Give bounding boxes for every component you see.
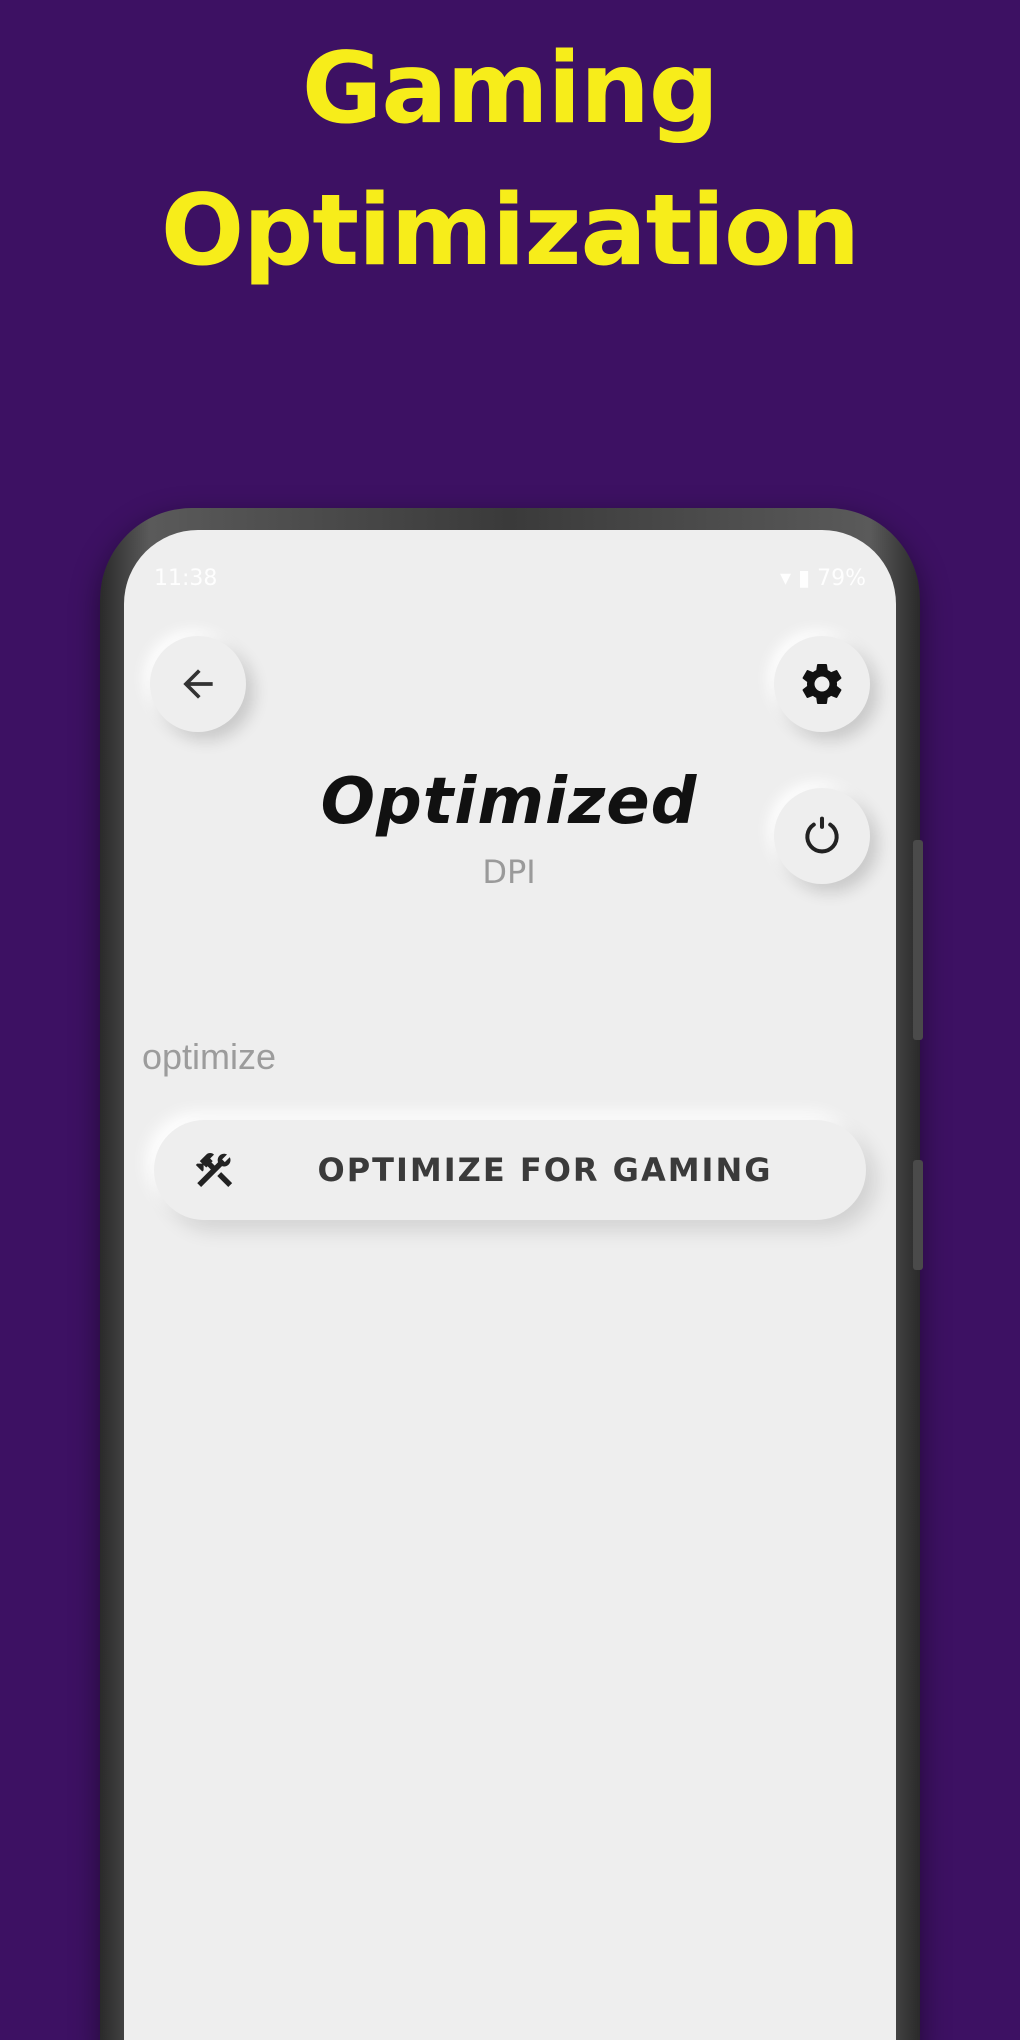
gear-icon — [802, 663, 842, 704]
status-icons: ▾ ▮ 79% — [780, 566, 866, 591]
optimize-for-gaming-button[interactable]: OPTIMIZE FOR GAMING — [154, 1120, 866, 1220]
back-button[interactable] — [150, 636, 246, 732]
phone-volume-button — [913, 840, 923, 1040]
arrow-left-icon — [183, 669, 213, 699]
promo-headline: Gaming Optimization — [0, 18, 1020, 302]
battery-icon: ▮ — [797, 566, 811, 591]
page-subtitle: DPI — [482, 853, 536, 891]
header: Optimized DPI — [294, 765, 724, 891]
optimize-for-gaming-label: OPTIMIZE FOR GAMING — [317, 1151, 773, 1189]
status-time: 11:38 — [154, 566, 218, 591]
status-bar: 11:38 ▾ ▮ 79% — [154, 560, 866, 600]
phone-power-button — [913, 1160, 923, 1270]
promo-headline-line2: Optimization — [160, 174, 860, 288]
section-label: optimize — [142, 1036, 277, 1077]
hammer-wrench-icon — [195, 1152, 233, 1188]
battery-level: 79% — [817, 566, 866, 591]
promo-page: Gaming Optimization 11:38 ▾ ▮ 79% Optimi… — [0, 0, 1020, 2040]
power-button[interactable] — [774, 788, 870, 884]
settings-button[interactable] — [774, 636, 870, 732]
page-title: Optimized — [320, 765, 698, 839]
promo-headline-line1: Gaming — [301, 32, 719, 146]
phone-screen: 11:38 ▾ ▮ 79% Optimized DPI optimize OPT… — [124, 530, 896, 2040]
wifi-icon: ▾ — [779, 566, 791, 591]
power-icon — [805, 816, 839, 854]
